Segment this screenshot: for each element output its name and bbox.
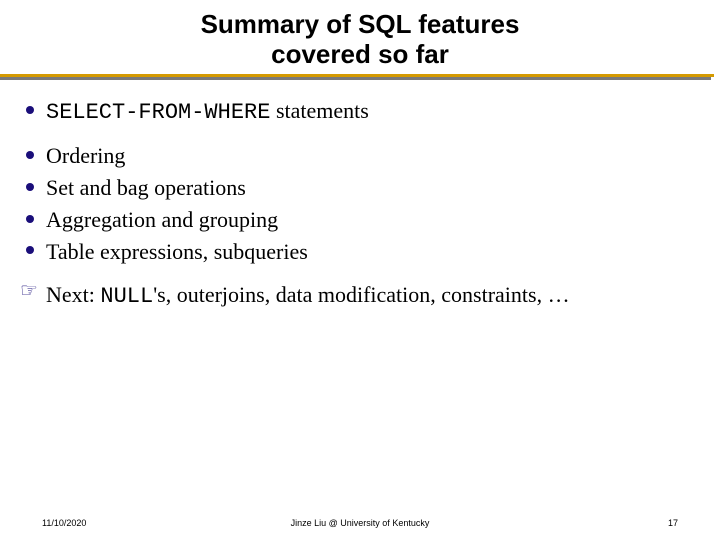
footer-center: Jinze Liu @ University of Kentucky — [0, 518, 720, 528]
title-line-1: Summary of SQL features — [201, 9, 520, 39]
bullet-item: Aggregation and grouping — [16, 205, 704, 235]
next-topic-group: Next: NULL's, outerjoins, data modificat… — [16, 280, 704, 312]
bullet-item: Table expressions, subqueries — [16, 237, 704, 267]
footer-page-number: 17 — [668, 518, 678, 528]
slide-title: Summary of SQL features covered so far — [0, 0, 720, 74]
code-text: SELECT-FROM-WHERE — [46, 100, 270, 125]
title-line-2: covered so far — [271, 39, 449, 69]
slide: Summary of SQL features covered so far S… — [0, 0, 720, 540]
bullet-item: SELECT-FROM-WHERE statements — [16, 96, 704, 128]
bullet-group-2: Ordering Set and bag operations Aggregat… — [16, 141, 704, 266]
underline-shadow — [0, 77, 711, 80]
bullet-text: Ordering — [46, 143, 125, 168]
bullet-group-1: SELECT-FROM-WHERE statements — [16, 96, 704, 128]
bullet-text: Set and bag operations — [46, 175, 246, 200]
underline-main — [0, 74, 714, 77]
next-lead: Next: — [46, 282, 100, 307]
bullet-text: Table expressions, subqueries — [46, 239, 308, 264]
code-text: NULL — [100, 284, 153, 309]
bullet-item: Ordering — [16, 141, 704, 171]
next-topic-item: Next: NULL's, outerjoins, data modificat… — [16, 280, 704, 312]
bullet-item: Set and bag operations — [16, 173, 704, 203]
slide-body: SELECT-FROM-WHERE statements Ordering Se… — [0, 80, 720, 312]
bullet-text: Aggregation and grouping — [46, 207, 278, 232]
bullet-text: statements — [270, 98, 368, 123]
title-underline — [0, 74, 720, 80]
next-rest: 's, outerjoins, data modification, const… — [153, 282, 569, 307]
